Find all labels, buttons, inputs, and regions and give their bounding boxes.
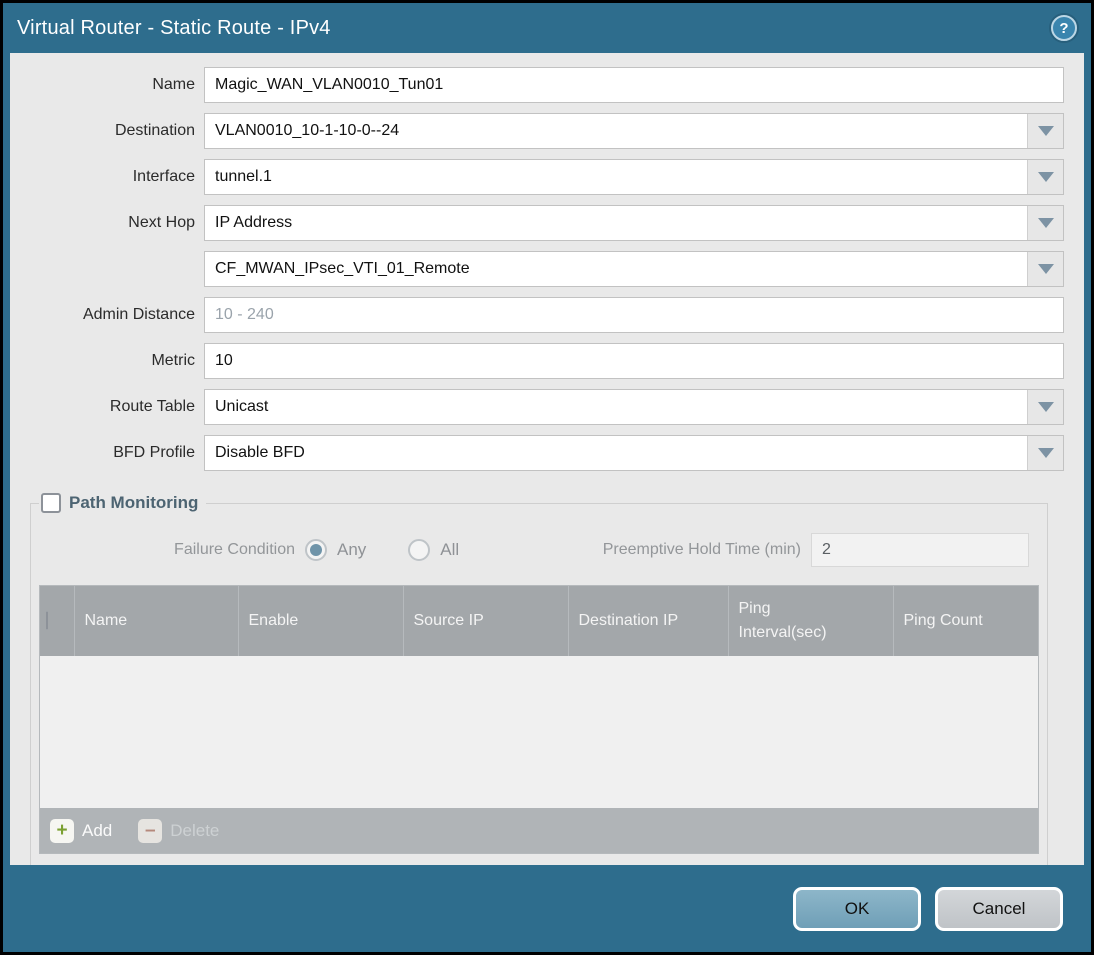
chevron-down-icon — [1037, 264, 1054, 274]
destination-input[interactable] — [205, 114, 1027, 148]
interface-input[interactable] — [205, 160, 1027, 194]
chevron-down-icon — [1037, 172, 1054, 182]
bfd-profile-combo — [204, 435, 1064, 471]
column-header-source-ip: Source IP — [403, 586, 569, 656]
destination-combo — [204, 113, 1064, 149]
path-monitoring-title: Path Monitoring — [69, 493, 199, 512]
column-header-enable: Enable — [238, 586, 404, 656]
radio-icon — [305, 539, 327, 561]
failure-condition-all-radio[interactable]: All — [408, 539, 459, 561]
table-empty-body — [40, 656, 1038, 808]
failure-condition-row: Failure Condition Any All Preemptive Hol… — [37, 523, 1041, 571]
table-toolbar: + Add – Delete — [40, 808, 1038, 853]
interface-dropdown-button[interactable] — [1027, 160, 1063, 194]
preemptive-hold-time-input — [811, 533, 1029, 567]
add-button[interactable]: + Add — [50, 818, 113, 843]
metric-field-wrap — [204, 343, 1064, 379]
all-radio-label: All — [440, 540, 460, 559]
column-header-ping-count: Ping Count — [893, 586, 1038, 656]
bfd-profile-input[interactable] — [205, 436, 1027, 470]
column-header-destination-ip: Destination IP — [568, 586, 729, 656]
ok-button[interactable]: OK — [793, 886, 921, 931]
route-table-input[interactable] — [205, 390, 1027, 424]
title-bar: Virtual Router - Static Route - IPv4 ? — [3, 3, 1091, 53]
any-radio-label: Any — [337, 540, 367, 559]
bfd-profile-row: BFD Profile — [10, 435, 1064, 471]
metric-label: Metric — [151, 352, 195, 369]
select-all-checkbox[interactable] — [46, 611, 48, 630]
next-hop-label: Next Hop — [128, 214, 195, 231]
column-header-ping-interval: Ping Interval(sec) — [728, 586, 894, 656]
preemptive-hold-time-label: Preemptive Hold Time (min) — [602, 541, 801, 558]
dialog-window: Virtual Router - Static Route - IPv4 ? N… — [0, 0, 1094, 955]
next-hop-value-combo — [204, 251, 1064, 287]
interface-row: Interface — [10, 159, 1064, 195]
help-icon[interactable]: ? — [1051, 15, 1077, 41]
name-row: Name — [10, 67, 1064, 103]
table-header-row: Name Enable Source IP Destination IP Pin… — [40, 586, 1038, 656]
next-hop-value-dropdown-button[interactable] — [1027, 252, 1063, 286]
route-table-label: Route Table — [109, 398, 195, 415]
chevron-down-icon — [1037, 402, 1054, 412]
next-hop-type-dropdown-button[interactable] — [1027, 206, 1063, 240]
name-label: Name — [152, 76, 195, 93]
admin-distance-input[interactable] — [205, 298, 1063, 332]
delete-button-label: Delete — [170, 820, 220, 840]
failure-condition-label: Failure Condition — [174, 541, 295, 558]
next-hop-row: Next Hop — [10, 205, 1064, 241]
column-header-name: Name — [74, 586, 239, 656]
plus-icon: + — [50, 818, 74, 843]
radio-icon — [408, 539, 431, 561]
route-table-dropdown-button[interactable] — [1027, 390, 1063, 424]
failure-condition-any-radio[interactable]: Any — [305, 539, 366, 561]
chevron-down-icon — [1037, 218, 1054, 228]
minus-icon: – — [138, 818, 163, 843]
cancel-button[interactable]: Cancel — [935, 886, 1063, 931]
name-field-wrap — [204, 67, 1064, 103]
next-hop-type-combo — [204, 205, 1064, 241]
dialog-content: Name Destination Interface — [10, 53, 1084, 865]
interface-label: Interface — [132, 168, 195, 185]
route-table-combo — [204, 389, 1064, 425]
admin-distance-label: Admin Distance — [82, 306, 195, 323]
admin-distance-row: Admin Distance — [10, 297, 1064, 333]
chevron-down-icon — [1037, 448, 1054, 458]
path-monitoring-legend: Path Monitoring — [39, 493, 206, 513]
metric-row: Metric — [10, 343, 1064, 379]
select-all-header-cell — [40, 586, 75, 656]
dialog-title: Virtual Router - Static Route - IPv4 — [17, 16, 331, 39]
destination-row: Destination — [10, 113, 1064, 149]
metric-input[interactable] — [205, 344, 1063, 378]
path-monitoring-section: Path Monitoring Failure Condition Any Al… — [30, 493, 1048, 865]
name-input[interactable] — [205, 68, 1063, 102]
next-hop-value-input[interactable] — [205, 252, 1027, 286]
next-hop-type-input[interactable] — [205, 206, 1027, 240]
next-hop-value-row — [10, 251, 1064, 287]
preemptive-hold-time-group: Preemptive Hold Time (min) — [603, 533, 1029, 567]
chevron-down-icon — [1037, 126, 1054, 136]
path-monitoring-table: Name Enable Source IP Destination IP Pin… — [39, 585, 1039, 854]
interface-combo — [204, 159, 1064, 195]
bfd-profile-dropdown-button[interactable] — [1027, 436, 1063, 470]
destination-dropdown-button[interactable] — [1027, 114, 1063, 148]
path-monitoring-checkbox[interactable] — [41, 493, 61, 513]
route-table-row: Route Table — [10, 389, 1064, 425]
dialog-footer: OK Cancel — [3, 865, 1091, 952]
add-button-label: Add — [82, 820, 113, 840]
destination-label: Destination — [114, 122, 195, 139]
delete-button[interactable]: – Delete — [138, 818, 220, 843]
next-hop-value-label — [10, 251, 204, 287]
failure-condition-radio-group: Any All — [305, 539, 459, 561]
bfd-profile-label: BFD Profile — [113, 444, 195, 461]
admin-distance-field-wrap — [204, 297, 1064, 333]
